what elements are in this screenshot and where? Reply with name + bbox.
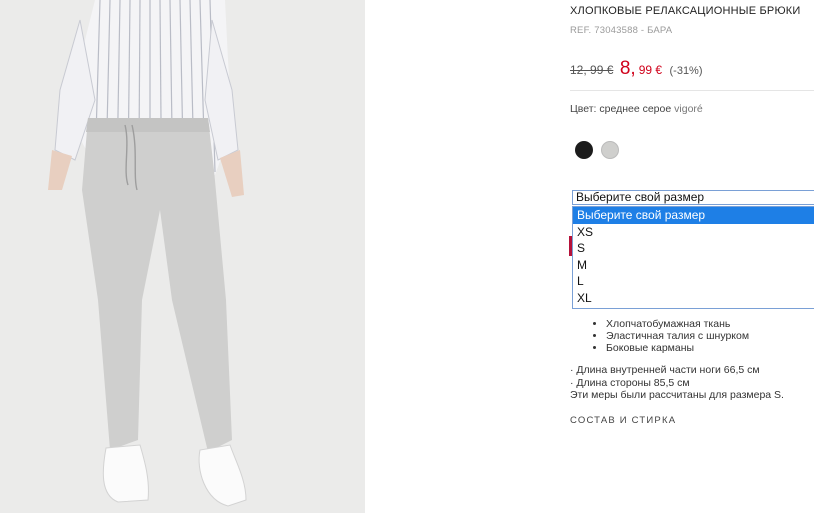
size-option-xs[interactable]: XS — [573, 224, 814, 241]
product-image[interactable] — [0, 0, 365, 513]
color-swatch-black[interactable] — [575, 141, 593, 159]
color-name: vigoré — [674, 103, 703, 115]
feature-item: Боковые карманы — [606, 342, 749, 354]
new-price: 8, — [619, 58, 636, 79]
color-row: Цвет: среднее серое vigoré — [570, 103, 703, 115]
feature-item: Эластичная талия с шнурком — [606, 330, 749, 342]
size-option-l[interactable]: L — [573, 273, 814, 290]
measurements: · Длина внутренней части ноги 66,5 см · … — [570, 364, 784, 402]
color-swatch-light-gray[interactable] — [601, 141, 619, 159]
composition-care-link[interactable]: СОСТАВ И СТИРКА — [570, 415, 676, 426]
size-select[interactable]: Выберите свой размер — [572, 190, 814, 205]
price-row: 12, 99 € 8, 99 € (-31%) — [570, 58, 703, 80]
measure-line: · Длина внутренней части ноги 66,5 см — [570, 364, 760, 376]
size-option[interactable]: Выберите свой размер — [573, 207, 814, 224]
old-price: 12, 99 € — [570, 63, 614, 77]
divider — [570, 90, 814, 91]
size-option-s[interactable]: S — [573, 240, 814, 257]
size-option-xl[interactable]: XL — [573, 290, 814, 307]
size-dropdown-list: Выберите свой размер XS S M L XL — [572, 206, 814, 309]
color-value: среднее серое — [599, 103, 672, 115]
color-label: Цвет: — [570, 103, 597, 115]
product-title: ХЛОПКОВЫЕ РЕЛАКСАЦИОННЫЕ БРЮКИ — [570, 5, 801, 17]
product-info-panel: ХЛОПКОВЫЕ РЕЛАКСАЦИОННЫЕ БРЮКИ REF. 7304… — [569, 0, 814, 513]
discount-badge: (-31%) — [669, 65, 703, 77]
feature-item: Хлопчатобумажная ткань — [606, 318, 749, 330]
new-price-cents: 99 € — [638, 63, 663, 77]
product-ref: REF. 73043588 - БАРА — [570, 25, 673, 36]
feature-list: Хлопчатобумажная ткань Эластичная талия … — [590, 318, 749, 354]
measure-note: Эти меры были рассчитаны для размера S. — [570, 389, 784, 401]
size-option-m[interactable]: M — [573, 257, 814, 274]
measure-line: · Длина стороны 85,5 см — [570, 376, 690, 389]
product-photo-illustration — [0, 0, 365, 513]
